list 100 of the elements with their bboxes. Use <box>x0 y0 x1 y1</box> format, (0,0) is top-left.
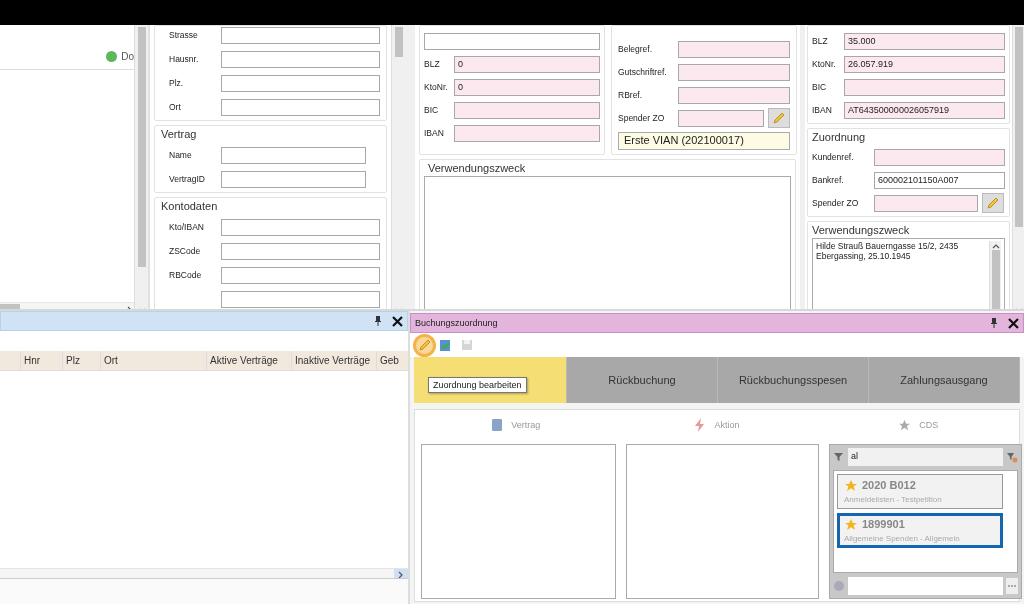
field-label: Kundenref. <box>812 152 855 162</box>
lightning-icon <box>694 418 707 432</box>
star-icon <box>844 518 858 532</box>
field-label: Plz. <box>169 78 185 88</box>
input-field[interactable] <box>221 26 380 44</box>
star-icon <box>898 418 912 432</box>
input-field[interactable] <box>848 577 1003 595</box>
more-button[interactable] <box>1006 578 1018 594</box>
input-field[interactable] <box>221 74 380 92</box>
add-button[interactable]: Do <box>106 51 134 62</box>
group-title: Verwendungszweck <box>812 224 911 236</box>
item-description: Allgemeine Spenden - Allgemein <box>844 534 961 543</box>
column-header[interactable]: Geb <box>376 351 408 370</box>
column-header[interactable]: Inaktive Verträge <box>291 351 376 370</box>
input-field[interactable] <box>454 124 600 142</box>
field-label: ZSCode <box>169 246 202 256</box>
field-label: Kto/IBAN <box>169 222 205 232</box>
field-label: Ort <box>169 102 182 112</box>
plus-icon <box>106 51 118 62</box>
vertical-scrollbar[interactable] <box>1012 25 1024 309</box>
column-header[interactable]: Ort <box>100 351 206 370</box>
input-field[interactable] <box>454 101 600 119</box>
toolbar-button[interactable] <box>416 336 433 354</box>
item-description: Anmeldelisten - Testpetition <box>844 495 943 504</box>
vertical-scrollbar[interactable] <box>134 25 148 309</box>
field-label: BIC <box>424 105 440 115</box>
field-label: BLZ <box>812 36 829 46</box>
filter-icon <box>833 451 845 463</box>
input-field[interactable]: 600002101150A007 <box>874 171 1005 189</box>
input-field[interactable] <box>678 63 790 81</box>
input-field[interactable] <box>874 194 978 212</box>
scrollbar-thumb[interactable] <box>394 27 403 57</box>
input-field[interactable]: 0 <box>454 78 600 96</box>
input-field[interactable] <box>678 86 790 104</box>
pencil-icon <box>417 338 432 352</box>
field-label: Gutschriftref. <box>618 67 668 77</box>
panel-title: Buchungszuordnung <box>415 318 498 328</box>
scrollbar-thumb[interactable] <box>137 27 146 267</box>
field-label: BLZ <box>424 59 441 69</box>
close-button[interactable] <box>1008 317 1019 329</box>
horizontal-scrollbar[interactable] <box>0 568 408 578</box>
input-field[interactable] <box>221 50 380 68</box>
section-label: CDS <box>919 420 939 430</box>
donor-name: Erste VIAN (202100017) <box>618 132 790 150</box>
input-field[interactable] <box>874 148 1005 166</box>
input-field[interactable]: 35.000 <box>844 32 1005 50</box>
group-title: Vertrag <box>161 128 198 140</box>
item-code: 1899901 <box>862 518 906 532</box>
pencil-icon <box>986 196 1000 210</box>
input-field[interactable] <box>221 266 380 284</box>
vertical-scrollbar[interactable] <box>391 25 405 309</box>
field-label: RBCode <box>169 270 203 280</box>
close-button[interactable] <box>392 315 403 327</box>
field-label: Spender ZO <box>618 113 666 123</box>
input-field[interactable]: 0 <box>454 55 600 73</box>
field-label: Name <box>169 150 193 160</box>
input-field[interactable] <box>221 146 366 164</box>
input-field[interactable] <box>221 170 366 188</box>
input-field[interactable]: 26.057.919 <box>844 55 1005 73</box>
field-label: Hausnr. <box>169 54 200 64</box>
input-field[interactable] <box>221 242 380 260</box>
purpose-text: Hilde Strauß Bauerngasse 15/2, 2435 Ebergassing, 25.10.1945 <box>816 241 960 263</box>
tooltip: Zuordnung bearbeiten <box>428 377 527 393</box>
field-label: IBAN <box>812 105 833 115</box>
vertical-scrollbar[interactable] <box>989 241 1001 309</box>
field-label: KtoNr. <box>812 59 837 69</box>
pin-button[interactable] <box>374 316 382 326</box>
save-icon <box>460 339 473 351</box>
input-field[interactable] <box>678 109 764 127</box>
filter-field[interactable]: al <box>848 448 1003 466</box>
section-label: Vertrag <box>511 420 541 430</box>
field-label: Strasse <box>169 30 199 40</box>
column-header[interactable]: Aktive Verträge <box>206 351 291 370</box>
star-icon <box>844 479 858 493</box>
input-field[interactable] <box>221 218 380 236</box>
input-field[interactable] <box>844 78 1005 96</box>
pin-button[interactable] <box>990 317 998 329</box>
group-title: Verwendungszweck <box>428 162 527 174</box>
field-label: RBref. <box>618 90 644 100</box>
field-label: VertragID <box>169 174 206 184</box>
field-label: IBAN <box>424 128 445 138</box>
group-title: Kontodaten <box>161 200 219 212</box>
field-label: Bankref. <box>812 175 845 185</box>
scrollbar-thumb[interactable] <box>991 250 1000 309</box>
field-label: Spender ZO <box>812 198 860 208</box>
column-header[interactable]: Plz <box>62 351 100 370</box>
pencil-icon <box>772 111 786 125</box>
column-header[interactable]: Hnr <box>20 351 62 370</box>
edit-button[interactable] <box>768 108 790 128</box>
input-field[interactable]: AT643500000026057919 <box>844 101 1005 119</box>
chevron-up-icon[interactable] <box>991 243 1000 250</box>
field-label: Belegref. <box>618 44 654 54</box>
input-field[interactable] <box>424 32 600 50</box>
edit-button[interactable] <box>982 193 1004 213</box>
input-field[interactable] <box>221 98 380 116</box>
input-field[interactable] <box>221 290 380 308</box>
item-code: 2020 B012 <box>862 479 917 493</box>
check-document-icon <box>439 338 452 352</box>
input-field[interactable] <box>678 40 790 58</box>
scrollbar-thumb[interactable] <box>1014 27 1023 227</box>
